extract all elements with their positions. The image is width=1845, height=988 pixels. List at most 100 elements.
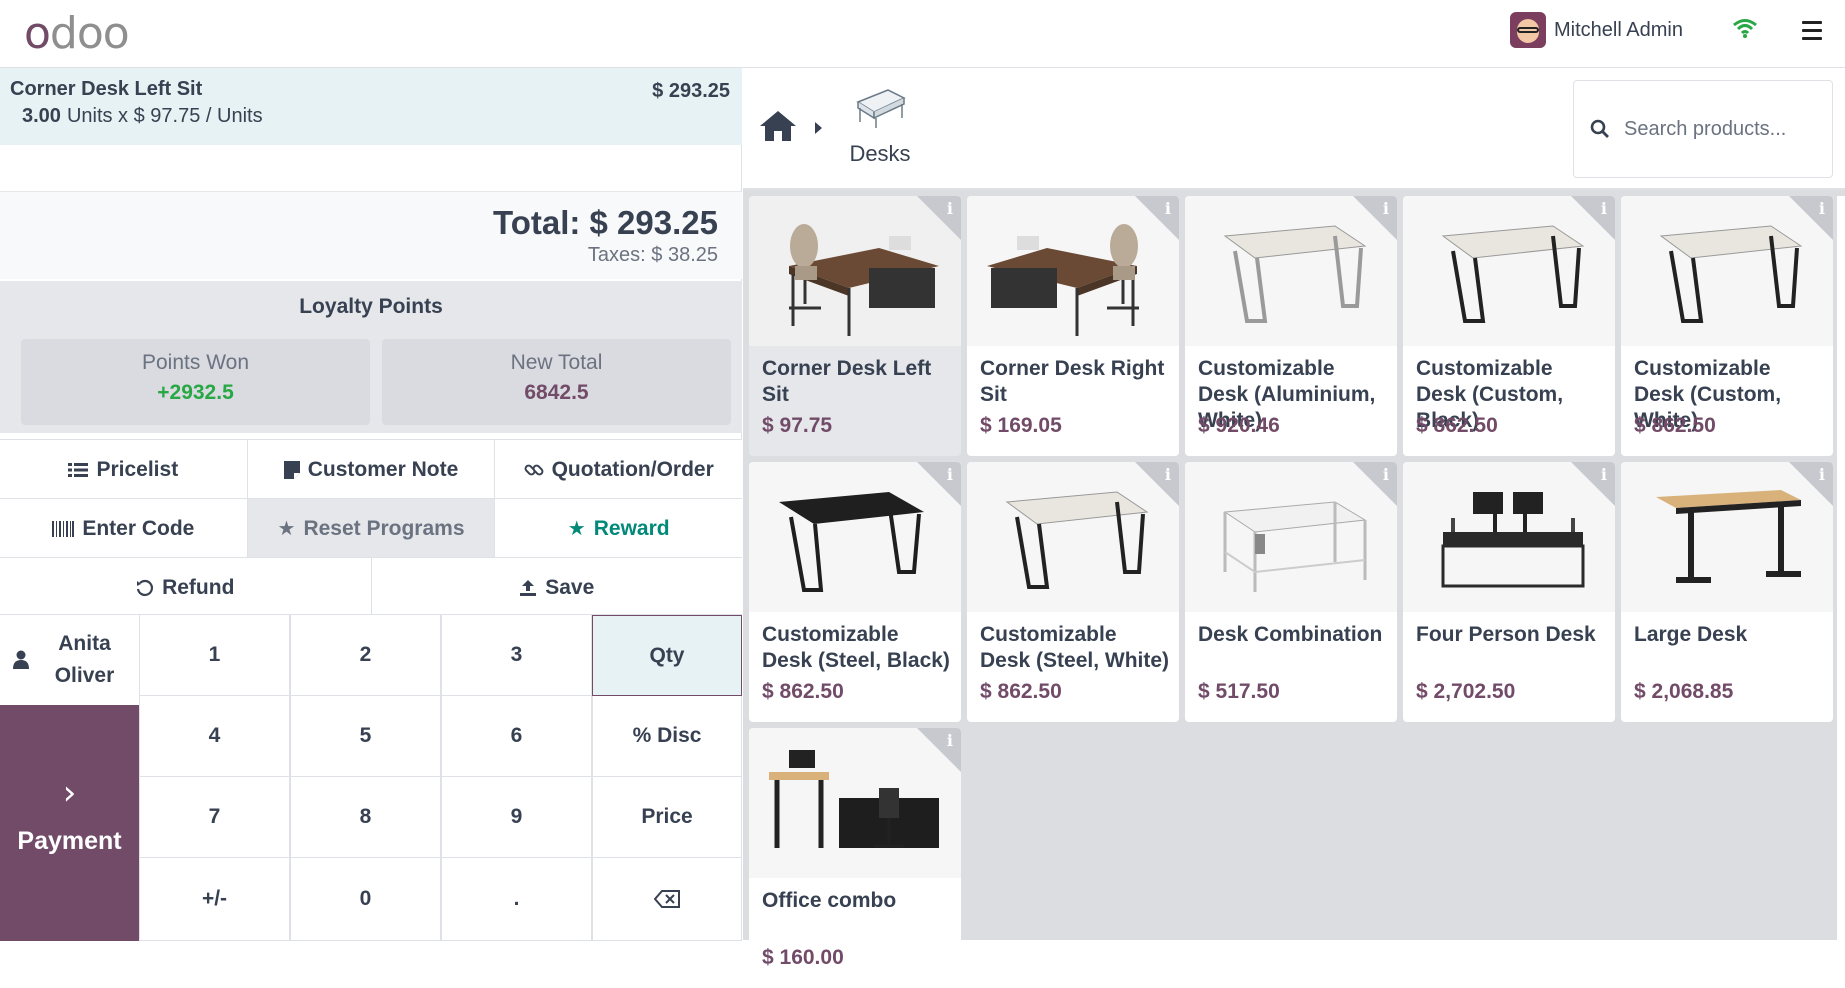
- new-total-label: New Total: [510, 351, 603, 374]
- product-info-badge[interactable]: [1571, 196, 1615, 240]
- numpad-key[interactable]: 5: [290, 696, 441, 777]
- numpad-key[interactable]: 9: [441, 777, 592, 858]
- order-line-qty: 3.00 Units x $ 97.75 / Units: [22, 105, 730, 128]
- numpad-key[interactable]: 0: [290, 858, 441, 941]
- product-name: Customizable Desk (Steel, White): [980, 623, 1170, 672]
- control-row-3: Refund Save: [0, 557, 742, 617]
- product-card[interactable]: i Customizable Desk (Aluminium, White) $…: [1185, 196, 1397, 456]
- top-bar: odoo Mitchell Admin: [0, 0, 1845, 68]
- save-button[interactable]: Save: [371, 558, 742, 617]
- odoo-logo[interactable]: odoo: [24, 8, 130, 59]
- info-icon: i: [1382, 199, 1389, 218]
- numpad-area: Anita Oliver › Payment 1 2 3 Qty 4 5 6 %…: [0, 614, 742, 941]
- search-box[interactable]: Search products...: [1573, 80, 1833, 178]
- product-info-badge[interactable]: [1353, 462, 1397, 506]
- product-info-badge[interactable]: [1135, 462, 1179, 506]
- product-card[interactable]: i Four Person Desk $ 2,702.50: [1403, 462, 1615, 722]
- product-price: $ 862.50: [980, 680, 1062, 703]
- order-totals: Total: $ 293.25 Taxes: $ 38.25: [0, 191, 742, 279]
- product-card[interactable]: i Corner Desk Right Sit $ 169.05: [967, 196, 1179, 456]
- enter-code-button[interactable]: Enter Code: [0, 499, 248, 558]
- customer-note-button[interactable]: Customer Note: [247, 440, 496, 499]
- reward-label: Reward: [593, 516, 670, 540]
- numpad-key[interactable]: 6: [441, 696, 592, 777]
- numpad-key[interactable]: 4: [139, 696, 290, 777]
- order-taxes: Taxes: $ 38.25: [587, 244, 718, 266]
- product-info-badge[interactable]: [917, 196, 961, 240]
- order-line[interactable]: Corner Desk Left Sit $ 293.25 3.00 Units …: [0, 68, 742, 145]
- product-price: $ 862.50: [1634, 414, 1716, 437]
- star-icon: ★: [567, 518, 586, 540]
- product-card[interactable]: i Desk Combination $ 517.50: [1185, 462, 1397, 722]
- numpad: 1 2 3 Qty 4 5 6 % Disc 7 8 9 Price +/- 0…: [139, 615, 742, 941]
- control-row-1: Pricelist Customer Note Quotation/Order: [0, 439, 743, 499]
- numpad-key[interactable]: 8: [290, 777, 441, 858]
- wifi-icon: [1733, 19, 1757, 38]
- product-card[interactable]: i Corner Desk Left Sit $ 97.75: [749, 196, 961, 456]
- numpad-mode-qty[interactable]: Qty: [592, 615, 742, 696]
- category-desks[interactable]: Desks: [839, 86, 921, 167]
- reward-button[interactable]: ★ Reward: [495, 499, 743, 558]
- hamburger-menu-icon[interactable]: [1802, 21, 1822, 45]
- customer-name: Anita Oliver: [54, 632, 115, 687]
- product-info-badge[interactable]: [1571, 462, 1615, 506]
- user-menu[interactable]: Mitchell Admin: [1510, 12, 1683, 48]
- product-price: $ 160.00: [762, 946, 844, 969]
- numpad-key[interactable]: 1: [139, 615, 290, 696]
- numpad-key[interactable]: .: [441, 858, 592, 941]
- reset-programs-label: Reset Programs: [303, 516, 465, 540]
- order-line-name: Corner Desk Left Sit: [10, 78, 203, 100]
- save-label: Save: [545, 575, 595, 599]
- reset-programs-button[interactable]: ★ Reset Programs: [247, 499, 496, 558]
- product-name: Corner Desk Left Sit: [762, 357, 932, 406]
- product-name: Corner Desk Right Sit: [980, 357, 1165, 406]
- numpad-key[interactable]: 7: [139, 777, 290, 858]
- product-info-badge[interactable]: [1353, 196, 1397, 240]
- refund-button[interactable]: Refund: [0, 558, 372, 617]
- control-row-2: Enter Code ★ Reset Programs ★ Reward: [0, 498, 743, 558]
- product-card[interactable]: i Customizable Desk (Custom, White) $ 86…: [1621, 196, 1833, 456]
- customer-note-label: Customer Note: [307, 457, 459, 481]
- customer-button[interactable]: Anita Oliver: [0, 615, 139, 705]
- scrollbar[interactable]: [1837, 196, 1845, 940]
- product-card[interactable]: i Large Desk $ 2,068.85: [1621, 462, 1833, 722]
- order-line-price: $ 293.25: [652, 80, 730, 102]
- product-price: $ 169.05: [980, 414, 1062, 437]
- home-icon[interactable]: [759, 110, 797, 142]
- pricelist-button[interactable]: Pricelist: [0, 440, 248, 499]
- refund-label: Refund: [162, 575, 235, 599]
- product-info-badge[interactable]: [917, 462, 961, 506]
- backspace-icon: [654, 890, 680, 908]
- quotation-order-button[interactable]: Quotation/Order: [495, 440, 743, 499]
- order-panel: Corner Desk Left Sit $ 293.25 3.00 Units …: [0, 68, 743, 941]
- numpad-backspace[interactable]: [592, 858, 742, 941]
- product-price: $ 862.50: [1416, 414, 1498, 437]
- product-card[interactable]: i Office combo $ 160.00: [749, 728, 961, 988]
- payment-button[interactable]: › Payment: [0, 705, 139, 941]
- barcode-icon: [52, 520, 75, 537]
- product-price: $ 97.75: [762, 414, 833, 437]
- order-line-qty-value: 3.00: [22, 105, 61, 127]
- info-icon: i: [1164, 199, 1171, 218]
- info-icon: i: [1164, 465, 1171, 484]
- product-info-badge[interactable]: [1789, 462, 1833, 506]
- numpad-key[interactable]: 2: [290, 615, 441, 696]
- payment-label: Payment: [17, 827, 122, 855]
- product-card[interactable]: i Customizable Desk (Steel, Black) $ 862…: [749, 462, 961, 722]
- new-total-box: New Total 6842.5: [382, 339, 731, 425]
- info-icon: i: [1382, 465, 1389, 484]
- product-card[interactable]: i Customizable Desk (Custom, Black) $ 86…: [1403, 196, 1615, 456]
- numpad-mode-discount[interactable]: % Disc: [592, 696, 742, 777]
- product-info-badge[interactable]: [1135, 196, 1179, 240]
- product-card[interactable]: i Customizable Desk (Steel, White) $ 862…: [967, 462, 1179, 722]
- product-info-badge[interactable]: [917, 728, 961, 772]
- numpad-key[interactable]: 3: [441, 615, 592, 696]
- order-total: Total: $ 293.25: [493, 204, 718, 241]
- product-screen: Desks Search products... i Corner Desk L…: [743, 68, 1845, 988]
- product-info-badge[interactable]: [1789, 196, 1833, 240]
- star-icon: ★: [277, 518, 296, 540]
- search-input[interactable]: Search products...: [1624, 118, 1786, 141]
- product-name: Office combo: [762, 889, 897, 912]
- numpad-mode-price[interactable]: Price: [592, 777, 742, 858]
- numpad-key[interactable]: +/-: [139, 858, 290, 941]
